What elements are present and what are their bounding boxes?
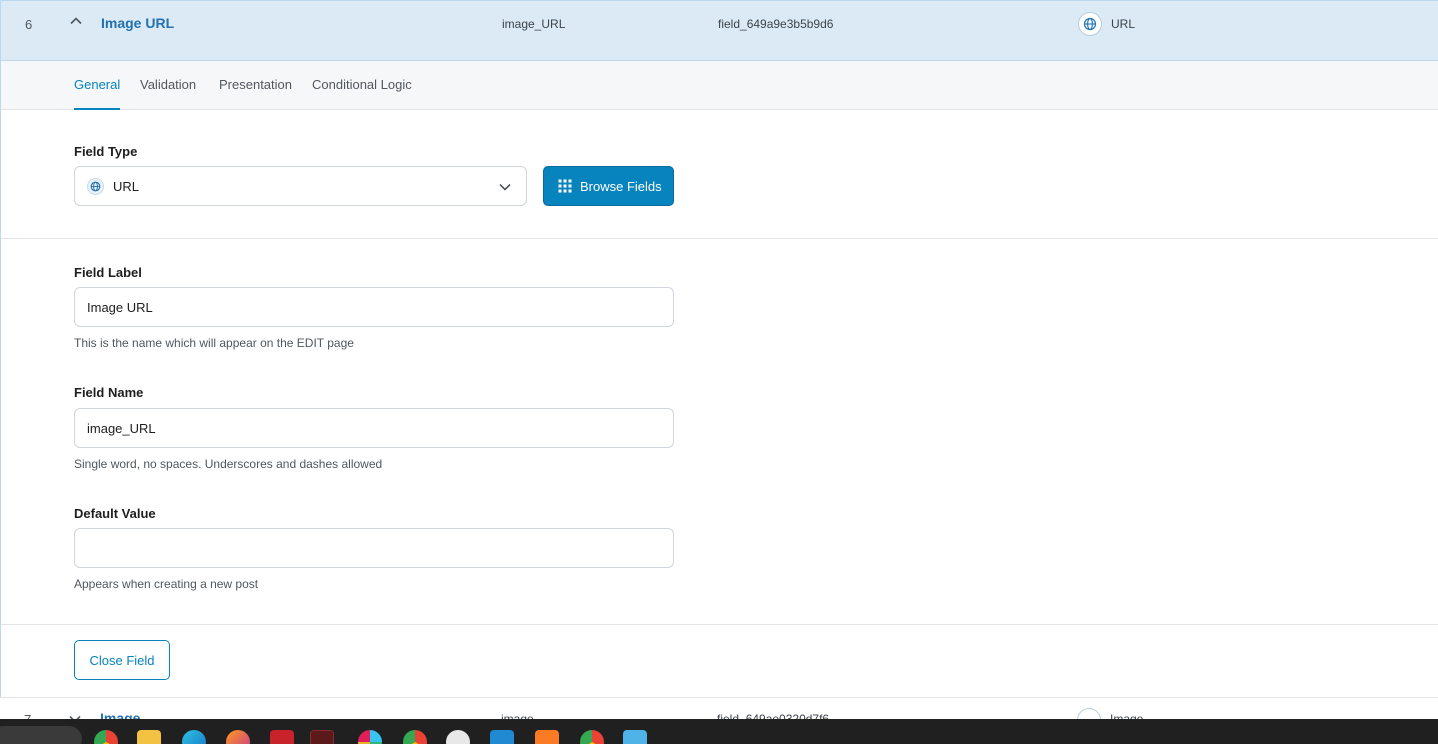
browse-fields-label: Browse Fields [580, 178, 662, 194]
field-key-text: field_649ae0320d7f6 [717, 712, 830, 719]
calculator-icon[interactable] [310, 730, 334, 744]
default-value-label: Default Value [74, 506, 156, 521]
xampp-icon[interactable] [535, 730, 559, 744]
field-type-text: Image [1110, 712, 1144, 719]
field-order: 7 [24, 712, 31, 719]
image-icon [1077, 708, 1101, 719]
taskbar [0, 719, 1438, 744]
field-name-text: image_URL [502, 17, 566, 31]
field-type-value: URL [113, 179, 140, 194]
field-label-input[interactable]: Image URL [74, 287, 674, 327]
filezilla-icon[interactable] [270, 730, 294, 744]
chrome-profile-2-icon[interactable] [580, 730, 604, 744]
field-type-select[interactable]: URL [74, 166, 527, 206]
field-name-label: Field Name [74, 385, 144, 400]
field-order: 6 [25, 17, 33, 32]
field-label-link[interactable]: Image URL [101, 15, 174, 31]
section-divider [1, 624, 1438, 625]
chrome-profile-icon[interactable] [403, 730, 427, 744]
notepad-icon[interactable] [623, 730, 647, 744]
taskbar-search[interactable] [0, 726, 82, 744]
grid-icon [558, 179, 572, 193]
field-name-help: Single word, no spaces. Underscores and … [74, 457, 383, 471]
chevron-down-icon [499, 183, 511, 191]
edge-icon[interactable] [182, 730, 206, 744]
field-name-input[interactable]: image_URL [74, 408, 674, 448]
close-field-button[interactable]: Close Field [74, 640, 170, 680]
tab-validation[interactable]: Validation [140, 77, 196, 109]
section-divider [1, 238, 1438, 239]
tab-general[interactable]: General [74, 77, 121, 110]
field-header-row[interactable]: 6 Image URL image_URL field_649a9e3b5b9d… [0, 0, 1438, 61]
next-field-row[interactable]: 7 Image image field_649ae0320d7f6 Image [0, 697, 1438, 719]
settings-tabs: General Validation Presentation Conditio… [1, 61, 1438, 110]
firefox-icon[interactable] [226, 730, 250, 744]
file-explorer-icon[interactable] [137, 730, 161, 744]
field-label-label: Field Label [74, 265, 142, 280]
chevron-down-icon[interactable] [68, 712, 82, 719]
globe-icon [87, 178, 104, 195]
field-settings-panel: General Validation Presentation Conditio… [0, 61, 1438, 697]
field-name-text: image [501, 712, 534, 719]
default-value-input[interactable] [74, 528, 674, 568]
vscode-icon[interactable] [490, 730, 514, 744]
field-label-link[interactable]: Image [100, 710, 140, 719]
chevron-up-icon[interactable] [69, 14, 83, 28]
field-key-text: field_649a9e3b5b9d6 [718, 17, 834, 31]
field-type-text: URL [1111, 17, 1136, 31]
slack-icon[interactable] [358, 730, 382, 744]
chrome-icon[interactable] [94, 730, 118, 744]
default-value-help: Appears when creating a new post [74, 577, 259, 591]
globe-icon [1078, 12, 1102, 36]
tab-conditional-logic[interactable]: Conditional Logic [312, 77, 412, 109]
browse-fields-button[interactable]: Browse Fields [543, 166, 674, 206]
tab-presentation[interactable]: Presentation [219, 77, 292, 109]
task-app-icon[interactable] [446, 730, 470, 744]
field-label-help: This is the name which will appear on th… [74, 336, 354, 350]
field-type-label: Field Type [74, 144, 138, 159]
